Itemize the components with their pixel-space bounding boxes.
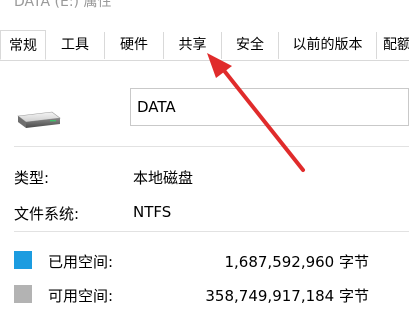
- tab-tools[interactable]: 工具: [46, 32, 105, 59]
- properties-window: DATA (E:) 属性 常规 工具 硬件 共享 安全 以前的版本 配额 类型:…: [0, 0, 409, 309]
- drive-icon: [17, 111, 61, 128]
- filesystem-label: 文件系统:: [14, 205, 80, 223]
- free-space-swatch: [14, 285, 32, 303]
- used-space-label: 已用空间:: [48, 253, 114, 271]
- filesystem-value: NTFS: [133, 203, 172, 221]
- title-bar: DATA (E:) 属性: [0, 0, 409, 10]
- tab-security[interactable]: 安全: [222, 32, 279, 59]
- divider-middle: [14, 231, 409, 232]
- drive-name-input[interactable]: [130, 88, 409, 126]
- window-title: DATA (E:) 属性: [14, 0, 112, 10]
- type-value: 本地磁盘: [133, 169, 194, 187]
- tab-sharing[interactable]: 共享: [164, 32, 222, 59]
- used-space-value: 1,687,592,960 字节: [224, 253, 369, 271]
- used-space-swatch: [14, 251, 32, 269]
- tab-hardware[interactable]: 硬件: [105, 32, 164, 59]
- tab-quota[interactable]: 配额: [377, 32, 409, 59]
- tab-bar: 常规 工具 硬件 共享 安全 以前的版本 配额: [0, 30, 409, 61]
- free-space-value: 358,749,917,184 字节: [205, 287, 369, 305]
- tab-previous-versions[interactable]: 以前的版本: [279, 32, 377, 59]
- type-label: 类型:: [14, 169, 50, 187]
- tab-general[interactable]: 常规: [0, 30, 46, 60]
- free-space-label: 可用空间:: [48, 287, 114, 305]
- divider-top: [14, 146, 409, 147]
